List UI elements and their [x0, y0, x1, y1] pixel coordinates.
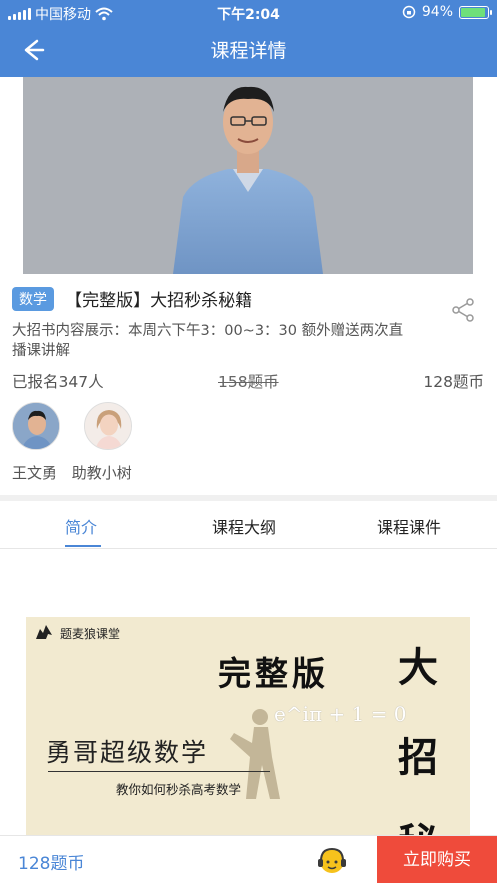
tab-courseware[interactable]: 课程课件 [377, 514, 441, 538]
teacher-names: 王文勇 助教小树 [12, 462, 142, 483]
course-cover-photo [23, 77, 473, 274]
course-tabs: 简介 课程大纲 课程课件 [0, 501, 497, 549]
promo-vertical-char: 招 [398, 734, 438, 781]
buy-now-button[interactable]: 立即购买 [377, 836, 497, 883]
share-icon[interactable] [449, 296, 477, 324]
page-title: 课程详情 [210, 40, 287, 62]
bottom-bar: 128题币 立即购买 [0, 835, 497, 883]
original-price: 158题币 [218, 373, 279, 391]
battery-fill [461, 7, 486, 17]
promo-headline: 勇哥超级数学 [46, 738, 209, 767]
course-title: 【完整版】大招秒杀秘籍 [65, 291, 253, 311]
active-tab-indicator [65, 545, 101, 547]
assistant-name: 助教小树 [71, 464, 132, 482]
top-bar: 中国移动 下午2:04 94% 课程详情 [0, 0, 497, 77]
promo-underline [48, 771, 270, 772]
teacher-name: 王文勇 [12, 464, 58, 482]
bottom-price: 128题币 [18, 854, 85, 874]
enrolled-count: 已报名347人 [12, 373, 104, 391]
course-promo-image: 题麦狼课堂 完整版 大 招 秘 e^iπ + 1 = 0 勇哥超级数学 教你如何… [26, 617, 470, 847]
teacher-avatar[interactable] [12, 402, 60, 450]
promo-edition: 完整版 [218, 654, 329, 693]
course-stats: 已报名347人 158题币 128题币 [12, 370, 485, 392]
wolf-logo-icon [36, 625, 52, 639]
battery-percent: 94% [421, 4, 453, 20]
status-bar: 中国移动 下午2:04 94% [0, 0, 497, 26]
promo-brand: 题麦狼课堂 [60, 627, 121, 641]
promo-formula: e^iπ + 1 = 0 [274, 702, 407, 726]
battery-icon [459, 5, 492, 19]
assistant-avatar[interactable] [84, 402, 132, 450]
tab-outline[interactable]: 课程大纲 [212, 514, 276, 538]
promo-subline: 教你如何秒杀高考数学 [116, 782, 242, 797]
subject-tag: 数学 [12, 286, 54, 311]
customer-support-icon[interactable] [315, 844, 349, 878]
current-price: 128题币 [423, 373, 484, 391]
promo-vertical-char: 大 [398, 644, 438, 691]
orientation-lock-icon [402, 5, 416, 19]
course-description: 大招书内容展示：本周六下午3：00~3：30 额外赠送两次直播课讲解 [12, 323, 404, 359]
course-info: 数学 【完整版】大招秒杀秘籍 大招书内容展示：本周六下午3：00~3：30 额外… [12, 286, 485, 391]
tab-intro[interactable]: 简介 [65, 514, 97, 538]
